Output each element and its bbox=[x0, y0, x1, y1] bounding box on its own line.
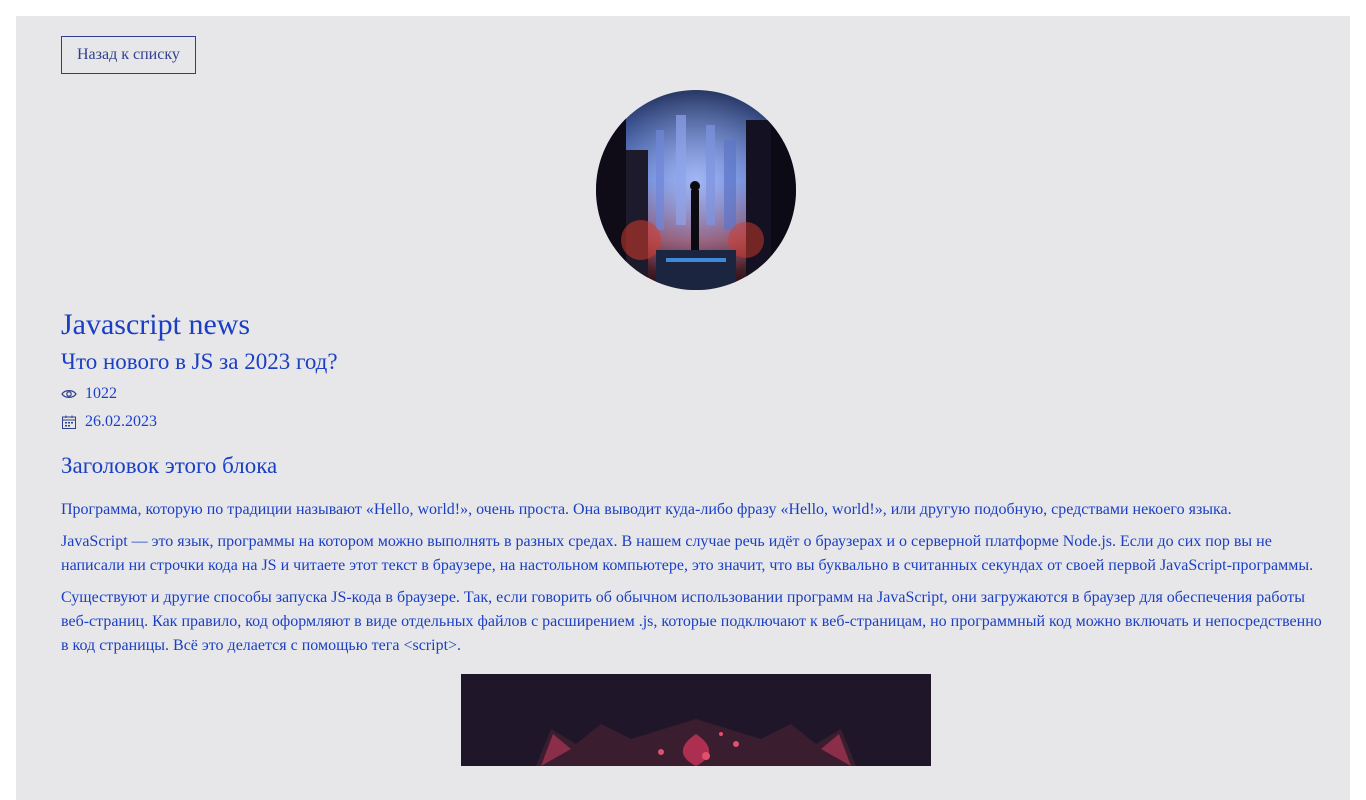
back-to-list-button[interactable]: Назад к списку bbox=[61, 36, 196, 74]
article-avatar-image bbox=[596, 90, 796, 290]
article-subtitle: Что нового в JS за 2023 год? bbox=[61, 349, 338, 374]
article-paragraph: JavaScript — это язык, программы на кото… bbox=[61, 533, 1314, 574]
calendar-icon bbox=[61, 414, 77, 430]
article-paragraph: Программа, которую по традиции называют … bbox=[61, 501, 1232, 518]
article-illustration bbox=[461, 674, 931, 766]
article-body: Программа, которую по традиции называют … bbox=[61, 498, 1327, 666]
views-meta: 1022 bbox=[61, 384, 117, 404]
article-page: Назад к списку Javascript news Что новог… bbox=[16, 16, 1350, 800]
date-meta: 26.02.2023 bbox=[61, 412, 157, 432]
publish-date: 26.02.2023 bbox=[85, 413, 157, 430]
article-paragraph: Существуют и другие способы запуска JS-к… bbox=[61, 589, 1322, 654]
views-count: 1022 bbox=[85, 385, 117, 402]
eye-icon bbox=[61, 386, 77, 402]
article-title: Javascript news bbox=[61, 308, 251, 341]
block-heading: Заголовок этого блока bbox=[61, 453, 278, 478]
